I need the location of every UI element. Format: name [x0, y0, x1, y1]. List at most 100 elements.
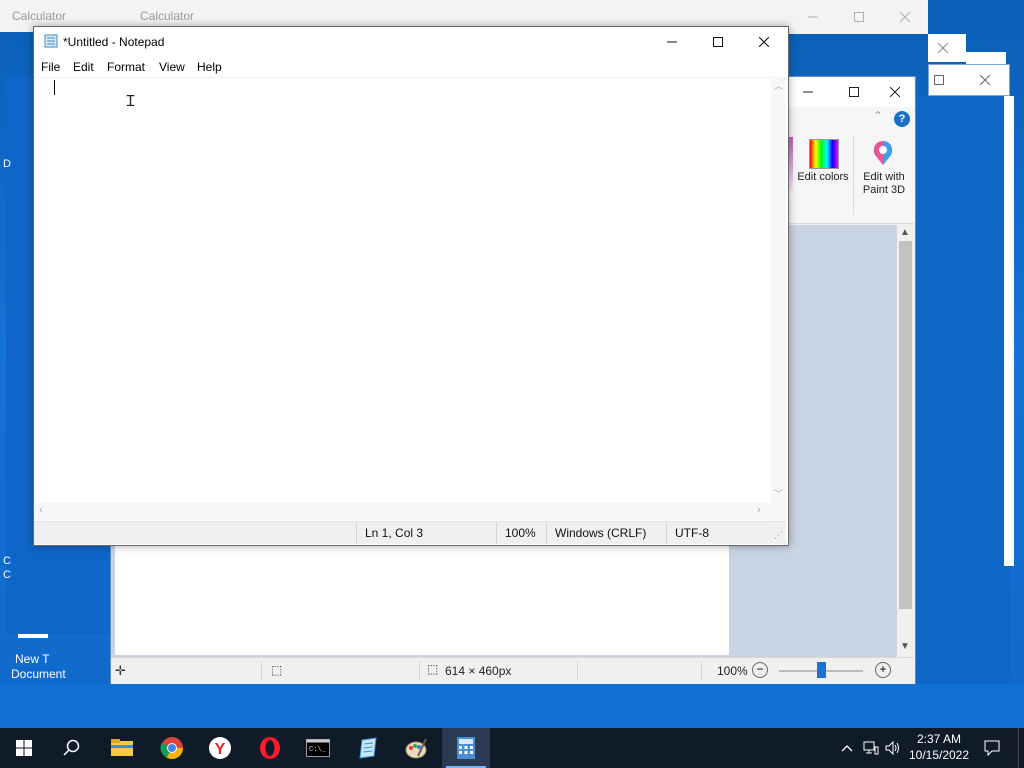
vertical-scrollbar[interactable]: ▲ ▼: [897, 225, 914, 657]
opera-icon[interactable]: [246, 728, 294, 768]
ribbon-separator: [853, 135, 854, 215]
desktop-icon-label[interactable]: New T: [15, 652, 49, 666]
notepad-titlebar[interactable]: *Untitled - Notepad: [34, 27, 788, 57]
image-size-icon: ⬚: [427, 662, 439, 676]
cursor-position-icon: ✛: [115, 663, 126, 678]
scroll-up-icon[interactable]: ︿: [774, 79, 783, 92]
color-palette-icon: [809, 139, 839, 169]
clock-time: 2:37 AM: [916, 732, 962, 746]
taskbar: Y C:\_ 2:37 AM 10/15/2022: [0, 728, 1024, 768]
paint-titlebar: [787, 77, 914, 107]
window-title: *Untitled - Notepad: [63, 35, 165, 49]
menu-edit[interactable]: Edit: [73, 60, 94, 74]
text-caret: [54, 80, 55, 95]
notepad-statusbar: Ln 1, Col 3 100% Windows (CRLF) UTF-8 ⋰: [34, 521, 786, 544]
line-ending: Windows (CRLF): [546, 522, 666, 544]
minimize-button[interactable]: [785, 77, 831, 107]
desktop-icon-label-fragment: C: [3, 555, 11, 567]
minimize-button[interactable]: [790, 2, 836, 32]
start-icon[interactable]: [0, 728, 48, 768]
window-edge: [1004, 96, 1014, 566]
search-icon[interactable]: [48, 728, 96, 768]
desktop-background: [0, 684, 1024, 728]
text-editor-area[interactable]: Ｉ: [35, 77, 771, 532]
menu-format[interactable]: Format: [107, 60, 145, 74]
calculator-icon[interactable]: [442, 728, 490, 768]
menu-bar: File Edit Format View Help: [34, 57, 788, 77]
close-button[interactable]: [877, 77, 913, 107]
menu-view[interactable]: View: [159, 60, 185, 74]
status-divider: [261, 662, 262, 680]
show-hidden-icons-icon[interactable]: [838, 728, 856, 768]
edit-with-paint3d-button[interactable]: Edit with Paint 3D: [857, 137, 911, 201]
maximize-button[interactable]: [831, 77, 877, 107]
vertical-scrollbar[interactable]: ︿ ﹀: [771, 77, 786, 531]
notepad-window[interactable]: *Untitled - Notepad File Edit Format Vie…: [33, 26, 789, 546]
scrollbar-thumb[interactable]: [899, 241, 912, 609]
zoom-in-button[interactable]: +: [875, 662, 891, 678]
calculator-title: Calculator: [140, 9, 195, 23]
paint-ribbon: Edit colors Edit with Paint 3D: [787, 133, 914, 224]
ibeam-cursor-icon: Ｉ: [123, 93, 139, 110]
close-button[interactable]: [882, 2, 928, 32]
zoom-out-button[interactable]: −: [752, 662, 768, 678]
status-divider: [701, 662, 702, 680]
selection-size-icon: ⬚: [271, 663, 283, 677]
status-divider: [577, 662, 578, 680]
calculator-title: Calculator: [12, 9, 67, 23]
paint-icon[interactable]: [392, 728, 440, 768]
edit-with-paint3d-label: Edit with Paint 3D: [862, 171, 906, 196]
cursor-position: Ln 1, Col 3: [356, 522, 496, 544]
notepad-icon[interactable]: [344, 728, 392, 768]
desktop-icon-label-fragment: D: [3, 158, 11, 170]
paint-statusbar: ✛ ⬚ ⬚ 614 × 460px 100% − +: [111, 657, 914, 685]
yandex-icon[interactable]: Y: [196, 728, 244, 768]
zoom-slider-thumb[interactable]: [817, 662, 826, 678]
encoding: UTF-8: [666, 522, 786, 544]
scroll-down-icon[interactable]: ▼: [900, 641, 910, 652]
zoom-level: 100%: [496, 522, 546, 544]
background-window-panel: [904, 96, 1010, 686]
horizontal-scrollbar[interactable]: ‹ ›: [35, 503, 771, 520]
collapse-ribbon-icon[interactable]: ⌃: [873, 109, 883, 123]
scroll-down-icon[interactable]: ﹀: [774, 487, 783, 500]
edit-colors-button[interactable]: Edit colors: [797, 137, 849, 201]
background-window-a[interactable]: [928, 34, 966, 62]
maximize-button[interactable]: [695, 27, 741, 57]
volume-icon[interactable]: [882, 728, 904, 768]
file-explorer-icon[interactable]: [98, 728, 146, 768]
maximize-button[interactable]: [836, 2, 882, 32]
help-icon[interactable]: ?: [894, 111, 910, 127]
close-button[interactable]: [741, 27, 787, 57]
desktop-icon-label-fragment: C: [3, 569, 11, 581]
image-dimensions: 614 × 460px: [445, 664, 512, 678]
terminal-icon[interactable]: C:\_: [294, 728, 342, 768]
status-divider: [419, 662, 420, 680]
background-window-b[interactable]: [928, 64, 1010, 96]
scroll-up-icon[interactable]: ▲: [900, 227, 910, 238]
network-icon[interactable]: [860, 728, 882, 768]
minimize-button[interactable]: [649, 27, 695, 57]
svg-text:C:\_: C:\_: [309, 746, 327, 754]
desktop-icon-label[interactable]: Document: [11, 667, 66, 681]
maximize-button[interactable]: [921, 65, 957, 95]
paint-zoom-level: 100%: [717, 664, 748, 678]
resize-grip-icon[interactable]: ⋰: [774, 530, 783, 541]
scroll-left-icon[interactable]: ‹: [39, 504, 43, 516]
clock[interactable]: 2:37 AM 10/15/2022: [906, 731, 972, 763]
svg-text:Y: Y: [215, 741, 226, 758]
menu-file[interactable]: File: [41, 60, 60, 74]
notepad-app-icon: [44, 34, 58, 48]
menu-help[interactable]: Help: [197, 60, 222, 74]
background-window-edge: [966, 52, 1006, 64]
chrome-icon[interactable]: [148, 728, 196, 768]
show-desktop-button[interactable]: [1018, 728, 1024, 768]
paint3d-icon: [869, 139, 897, 167]
close-button[interactable]: [924, 34, 962, 62]
edit-colors-label: Edit colors: [797, 171, 849, 183]
document-icon[interactable]: [18, 634, 48, 638]
notifications-icon[interactable]: [976, 728, 1008, 768]
close-button[interactable]: [965, 65, 1005, 95]
scroll-right-icon[interactable]: ›: [757, 504, 761, 516]
clock-date: 10/15/2022: [908, 748, 970, 762]
